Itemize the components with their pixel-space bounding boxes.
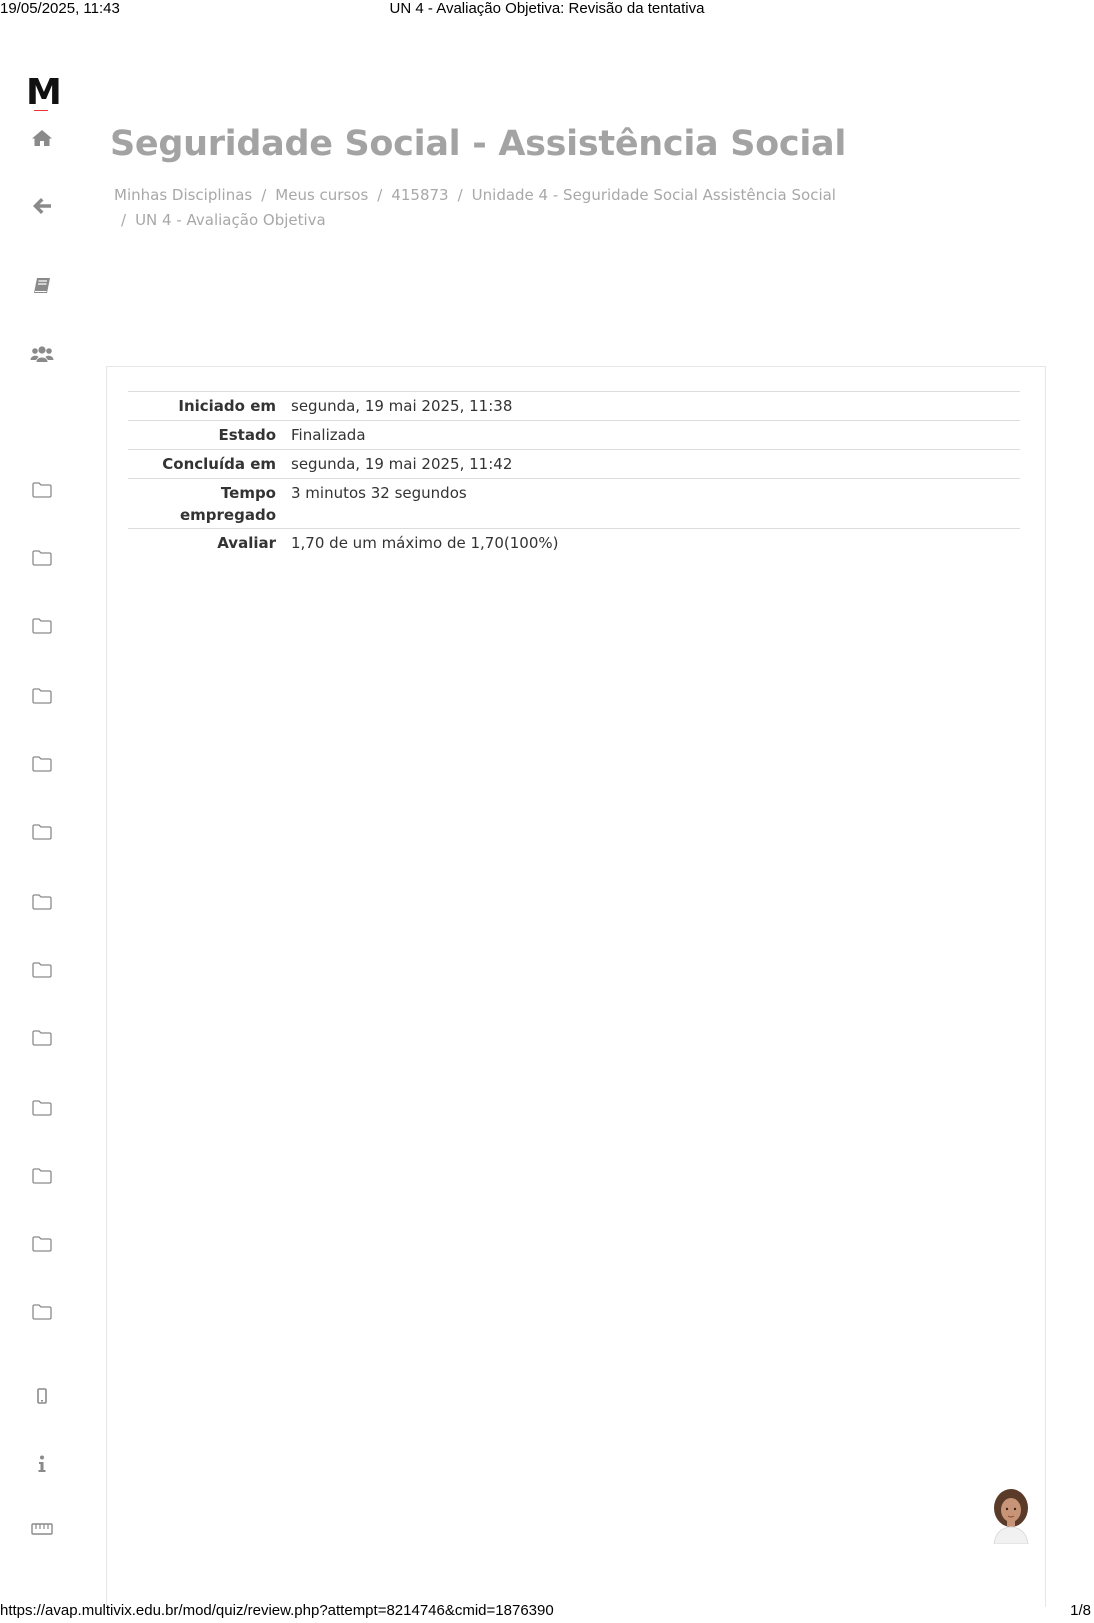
folder-icon[interactable] [28, 1094, 56, 1122]
users-icon[interactable] [28, 340, 56, 368]
folder-icon[interactable] [28, 682, 56, 710]
summary-label-completed: Concluída em [162, 455, 276, 473]
summary-label-grade: Avaliar [217, 534, 276, 552]
folder-icon[interactable] [28, 888, 56, 916]
summary-label-state: Estado [218, 426, 276, 444]
book-icon[interactable] [28, 272, 56, 300]
assistant-avatar[interactable] [990, 1488, 1032, 1545]
mobile-icon[interactable] [28, 1382, 56, 1410]
breadcrumb-link-unidade[interactable]: Unidade 4 - Seguridade Social Assistênci… [472, 186, 836, 204]
breadcrumb-separator: / [457, 186, 463, 204]
print-footer: https://avap.multivix.edu.br/mod/quiz/re… [0, 1602, 1094, 1622]
breadcrumb-separator: / [261, 186, 267, 204]
breadcrumb-link-meus-cursos[interactable]: Meus cursos [275, 186, 368, 204]
summary-value-time-taken: 3 minutos 32 segundos [291, 484, 467, 502]
summary-row: Concluída em segunda, 19 mai 2025, 11:42 [128, 449, 1020, 479]
summary-value-completed: segunda, 19 mai 2025, 11:42 [291, 455, 513, 473]
folder-icon[interactable] [28, 818, 56, 846]
breadcrumb-separator: / [377, 186, 383, 204]
summary-row: Avaliar 1,70 de um máximo de 1,70(100%) [128, 528, 1020, 558]
summary-value-state: Finalizada [291, 426, 366, 444]
folder-icon[interactable] [28, 1230, 56, 1258]
folder-icon[interactable] [28, 1298, 56, 1326]
summary-row: Estado Finalizada [128, 420, 1020, 450]
breadcrumb-link-minhas-disciplinas[interactable]: Minhas Disciplinas [114, 186, 252, 204]
folder-icon[interactable] [28, 956, 56, 984]
page-title: Seguridade Social - Assistência Social [110, 124, 847, 164]
left-sidebar: M [0, 30, 84, 1602]
print-doc-title: UN 4 - Avaliação Objetiva: Revisão da te… [389, 0, 705, 17]
print-header: 19/05/2025, 11:43 UN 4 - Avaliação Objet… [0, 0, 1094, 18]
breadcrumb-separator: / [121, 211, 127, 229]
print-page-number: 1/8 [1070, 1602, 1091, 1619]
breadcrumb-link-course-id[interactable]: 415873 [391, 186, 448, 204]
folder-icon[interactable] [28, 750, 56, 778]
site-logo[interactable]: M [26, 75, 62, 112]
summary-label-started: Iniciado em [178, 397, 276, 415]
folder-icon[interactable] [28, 612, 56, 640]
print-url: https://avap.multivix.edu.br/mod/quiz/re… [0, 1602, 554, 1619]
folder-icon[interactable] [28, 1162, 56, 1190]
back-arrow-icon[interactable] [28, 192, 56, 220]
summary-value-grade: 1,70 de um máximo de 1,70(100%) [291, 534, 559, 552]
logo-accent [34, 110, 48, 111]
home-icon[interactable] [28, 124, 56, 152]
summary-row: Tempo empregado 3 minutos 32 segundos [128, 478, 1020, 529]
folder-icon[interactable] [28, 544, 56, 572]
summary-value-started: segunda, 19 mai 2025, 11:38 [291, 397, 513, 415]
breadcrumb: Minhas Disciplinas / Meus cursos / 415873 / Un… [114, 183, 854, 233]
summary-label-time-taken: Tempo empregado [179, 484, 276, 524]
quiz-summary-table: Iniciado em segunda, 19 mai 2025, 11:38 … [128, 391, 1020, 557]
keyboard-icon[interactable] [28, 1520, 56, 1536]
summary-row: Iniciado em segunda, 19 mai 2025, 11:38 [128, 391, 1020, 421]
folder-icon[interactable] [28, 476, 56, 504]
info-icon[interactable] [28, 1450, 56, 1478]
breadcrumb-link-avaliacao[interactable]: UN 4 - Avaliação Objetiva [135, 211, 326, 229]
folder-icon[interactable] [28, 1024, 56, 1052]
